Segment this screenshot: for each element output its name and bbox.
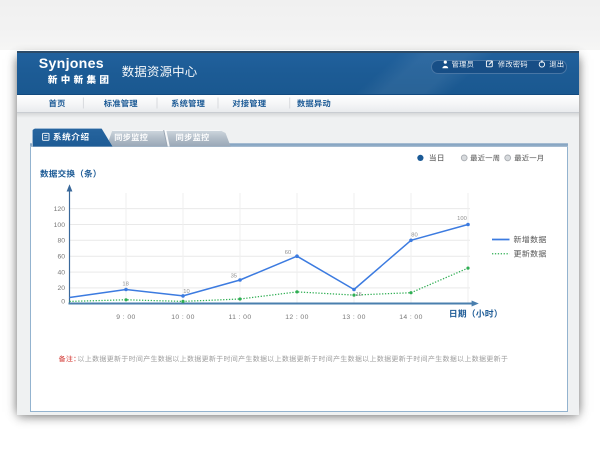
svg-text:Synjones: Synjones [39, 56, 104, 72]
svg-text:13 : 00: 13 : 00 [342, 314, 366, 321]
svg-text:18: 18 [122, 282, 128, 288]
svg-text:35: 35 [231, 274, 237, 280]
svg-text:20: 20 [57, 285, 65, 292]
svg-text:100: 100 [54, 222, 66, 229]
svg-text:12 : 00: 12 : 00 [285, 314, 309, 321]
svg-text:80: 80 [411, 233, 417, 239]
svg-text:60: 60 [285, 250, 291, 256]
svg-text:10: 10 [183, 289, 189, 295]
svg-text:60: 60 [57, 254, 65, 261]
svg-text:40: 40 [57, 269, 65, 276]
svg-text:14 : 00: 14 : 00 [399, 314, 423, 321]
svg-text:0: 0 [61, 299, 65, 306]
svg-text:10 : 00: 10 : 00 [171, 314, 195, 321]
svg-text:11 : 00: 11 : 00 [228, 314, 251, 321]
svg-text:120: 120 [54, 206, 66, 213]
svg-text:15: 15 [356, 292, 362, 298]
svg-text:80: 80 [57, 238, 65, 245]
svg-text:9 : 00: 9 : 00 [116, 314, 135, 321]
svg-text:100: 100 [457, 216, 467, 222]
